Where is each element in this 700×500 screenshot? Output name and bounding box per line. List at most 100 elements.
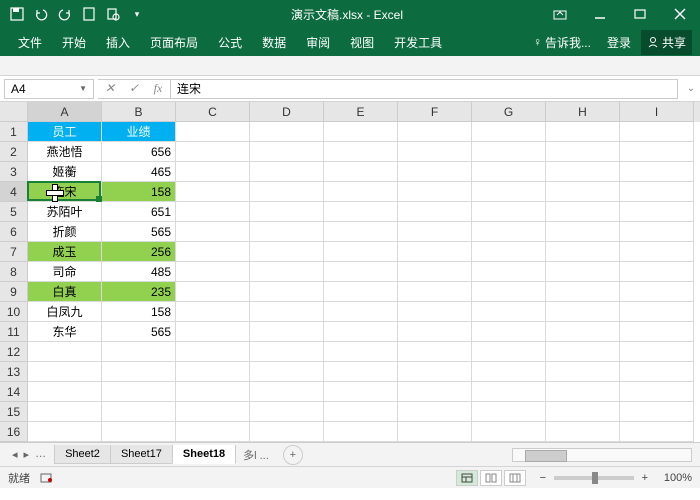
ribbon-tab-0[interactable]: 文件 [8, 30, 52, 55]
cell[interactable] [472, 242, 546, 262]
cell[interactable] [398, 362, 472, 382]
cell[interactable] [398, 422, 472, 442]
cell[interactable] [472, 282, 546, 302]
cell[interactable] [472, 402, 546, 422]
cell[interactable] [472, 202, 546, 222]
cell[interactable] [250, 382, 324, 402]
cell[interactable]: 姬蘅 [28, 162, 102, 182]
cell[interactable]: 651 [102, 202, 176, 222]
cell[interactable] [620, 202, 694, 222]
select-all-corner[interactable] [0, 102, 28, 122]
qat-customize-button[interactable]: ▾ [126, 3, 148, 25]
ribbon-tab-1[interactable]: 开始 [52, 30, 96, 55]
formula-input[interactable]: 连宋 [171, 79, 678, 99]
cell[interactable] [472, 362, 546, 382]
name-box[interactable]: A4 ▼ [4, 79, 94, 99]
cell[interactable]: 656 [102, 142, 176, 162]
cell[interactable]: 司命 [28, 262, 102, 282]
cell[interactable] [176, 142, 250, 162]
cell[interactable] [176, 402, 250, 422]
column-header[interactable]: E [324, 102, 398, 122]
cell[interactable] [398, 382, 472, 402]
ribbon-tab-8[interactable]: 开发工具 [384, 30, 452, 55]
cell[interactable] [620, 322, 694, 342]
column-header[interactable]: I [620, 102, 694, 122]
cell[interactable]: 白真 [28, 282, 102, 302]
horizontal-scrollbar[interactable] [512, 448, 692, 462]
cell[interactable] [472, 222, 546, 242]
ribbon-options-button[interactable] [540, 0, 580, 28]
cell[interactable] [324, 182, 398, 202]
cell[interactable] [176, 162, 250, 182]
sheet-tab[interactable]: Sheet18 [172, 445, 236, 464]
cell[interactable] [546, 382, 620, 402]
enter-button[interactable]: ✓ [122, 80, 146, 98]
cell[interactable]: 燕池悟 [28, 142, 102, 162]
sheet-overflow-button[interactable]: 多l ... [235, 447, 277, 463]
cell[interactable] [324, 282, 398, 302]
cell[interactable] [102, 402, 176, 422]
cell[interactable] [546, 262, 620, 282]
sheet-tab[interactable]: Sheet2 [54, 445, 111, 464]
sheet-nav-prev-button[interactable]: ◂ [10, 448, 20, 461]
cell[interactable] [250, 262, 324, 282]
cell[interactable] [546, 342, 620, 362]
row-header[interactable]: 13 [0, 362, 28, 382]
expand-formula-bar-button[interactable]: ⌄ [682, 83, 700, 94]
cell[interactable] [250, 142, 324, 162]
cell[interactable] [472, 422, 546, 442]
cell[interactable] [620, 342, 694, 362]
cell[interactable] [176, 382, 250, 402]
column-header[interactable]: B [102, 102, 176, 122]
column-header[interactable]: A [28, 102, 102, 122]
ribbon-tab-2[interactable]: 插入 [96, 30, 140, 55]
cell[interactable] [546, 142, 620, 162]
ribbon-tab-7[interactable]: 视图 [340, 30, 384, 55]
cell[interactable] [620, 182, 694, 202]
cell[interactable] [250, 122, 324, 142]
cell[interactable] [176, 342, 250, 362]
cell[interactable] [620, 222, 694, 242]
cell[interactable] [398, 242, 472, 262]
cell[interactable] [324, 302, 398, 322]
cell[interactable] [250, 222, 324, 242]
cell[interactable] [250, 422, 324, 442]
cell[interactable] [28, 422, 102, 442]
cell[interactable] [620, 422, 694, 442]
cell[interactable]: 折颜 [28, 222, 102, 242]
cell[interactable] [620, 282, 694, 302]
cell[interactable]: 235 [102, 282, 176, 302]
cell[interactable] [102, 362, 176, 382]
cell[interactable] [324, 262, 398, 282]
maximize-button[interactable] [620, 0, 660, 28]
row-header[interactable]: 9 [0, 282, 28, 302]
cell[interactable]: 158 [102, 302, 176, 322]
share-button[interactable]: 共享 [641, 30, 692, 55]
cell[interactable] [250, 202, 324, 222]
cell[interactable] [324, 402, 398, 422]
cell[interactable] [472, 182, 546, 202]
cell[interactable] [546, 122, 620, 142]
cell[interactable]: 白凤九 [28, 302, 102, 322]
cell[interactable] [324, 422, 398, 442]
cell[interactable] [176, 182, 250, 202]
cell[interactable] [250, 162, 324, 182]
ribbon-tab-3[interactable]: 页面布局 [140, 30, 208, 55]
cell[interactable] [176, 122, 250, 142]
new-button[interactable] [78, 3, 100, 25]
macro-record-icon[interactable] [40, 472, 54, 484]
cell[interactable] [250, 402, 324, 422]
print-preview-button[interactable] [102, 3, 124, 25]
cell[interactable]: 256 [102, 242, 176, 262]
cell[interactable] [398, 182, 472, 202]
cell[interactable]: 565 [102, 322, 176, 342]
add-sheet-button[interactable]: + [283, 445, 303, 465]
sheet-nav-next-button[interactable]: ▸ [22, 448, 32, 461]
cell[interactable] [324, 362, 398, 382]
cell[interactable] [546, 362, 620, 382]
cell[interactable] [176, 362, 250, 382]
cell[interactable] [398, 162, 472, 182]
cell[interactable] [324, 382, 398, 402]
cell[interactable] [398, 322, 472, 342]
cell[interactable] [546, 162, 620, 182]
